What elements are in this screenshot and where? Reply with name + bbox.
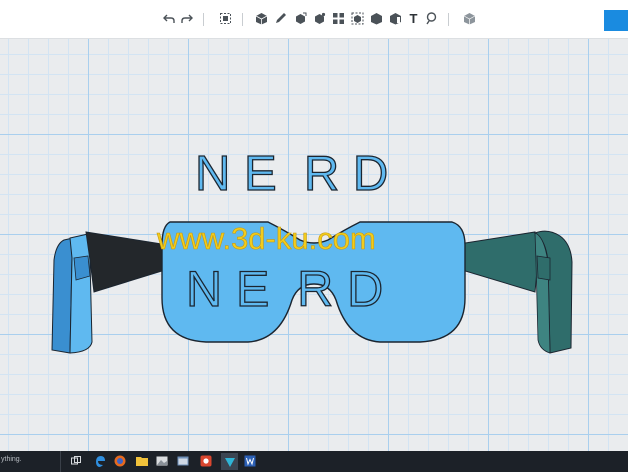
firefox-icon[interactable] bbox=[113, 454, 127, 468]
toolbar-separator bbox=[242, 13, 243, 26]
snap-icon[interactable] bbox=[424, 11, 439, 26]
lens-nerd-text[interactable]: N E R D bbox=[185, 260, 384, 317]
panel-toggle-button[interactable] bbox=[604, 10, 628, 31]
os-taskbar: ything. bbox=[0, 451, 628, 472]
main-toolbar: T bbox=[0, 0, 628, 39]
file-explorer-icon[interactable] bbox=[135, 454, 149, 468]
toolbar-separator bbox=[203, 13, 204, 26]
view-cube-icon[interactable] bbox=[462, 11, 477, 26]
recorder-icon[interactable] bbox=[199, 454, 213, 468]
measure-icon[interactable] bbox=[388, 11, 403, 26]
taskbar-search-box[interactable]: ything. bbox=[1, 456, 22, 463]
toolbar-separator bbox=[448, 13, 449, 26]
design-canvas[interactable]: N E R D N E R D www.3d-ku.com bbox=[0, 39, 628, 451]
undo-icon[interactable] bbox=[161, 11, 176, 26]
word-icon[interactable] bbox=[243, 454, 257, 468]
text-icon[interactable]: T bbox=[406, 11, 421, 26]
right-temple-arm[interactable] bbox=[458, 230, 573, 354]
app-window: T N E R D N E R D www.3d-ku.com bbox=[0, 0, 628, 451]
pattern-icon[interactable] bbox=[331, 11, 346, 26]
combine-icon[interactable] bbox=[369, 11, 384, 26]
floating-nerd-text[interactable]: N E R D bbox=[194, 146, 389, 201]
123d-design-icon[interactable] bbox=[221, 453, 238, 470]
modify-icon[interactable] bbox=[312, 11, 327, 26]
explorer-window-icon[interactable] bbox=[176, 454, 190, 468]
group-icon[interactable] bbox=[218, 11, 233, 26]
edge-browser-icon[interactable] bbox=[93, 454, 107, 468]
primitive-box-icon[interactable] bbox=[254, 11, 269, 26]
task-view-icon[interactable] bbox=[69, 454, 83, 468]
taskbar-divider bbox=[60, 451, 61, 472]
left-temple-arm[interactable] bbox=[51, 231, 166, 354]
photos-icon[interactable] bbox=[155, 454, 169, 468]
sketch-icon[interactable] bbox=[273, 11, 288, 26]
watermark-text: www.3d-ku.com bbox=[156, 221, 376, 256]
glasses-model[interactable]: N E R D N E R D www.3d-ku.com bbox=[0, 39, 628, 451]
construct-icon[interactable] bbox=[293, 11, 308, 26]
redo-icon[interactable] bbox=[179, 11, 194, 26]
grouping-icon[interactable] bbox=[350, 11, 365, 26]
